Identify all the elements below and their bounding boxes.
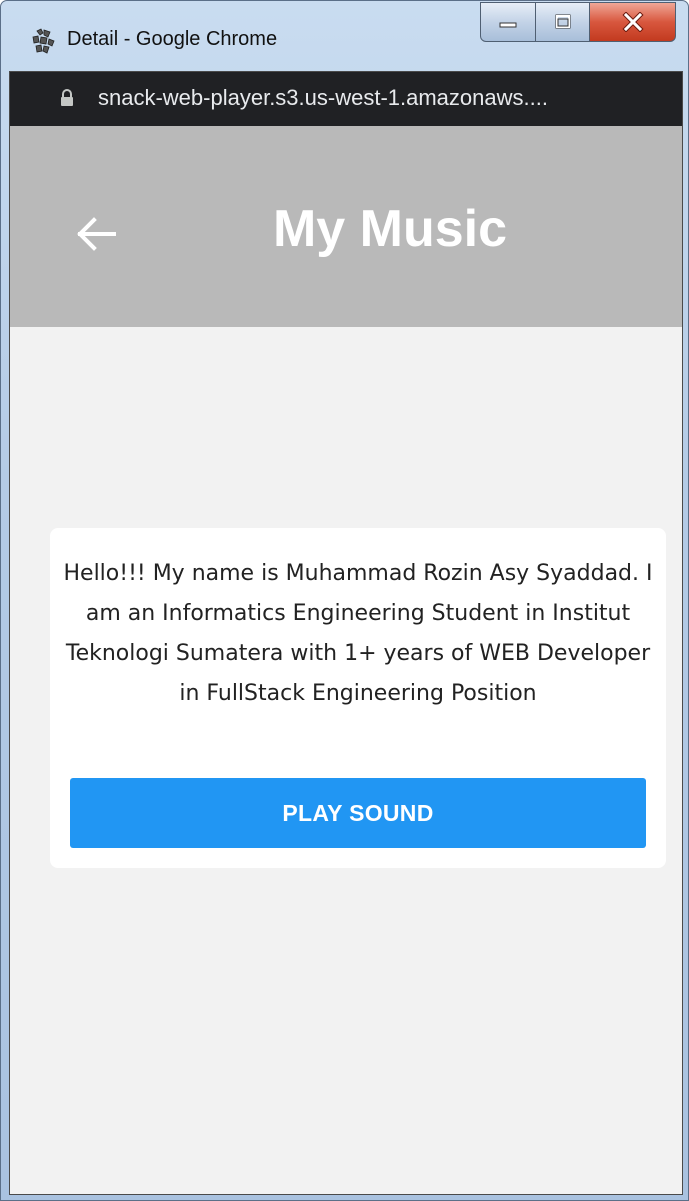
lock-icon [59,89,75,107]
chrome-window: Detail - Google Chrome snack-web-player.… [0,0,689,1201]
bio-text: Hello!!! My name is Muhammad Rozin Asy S… [63,561,653,706]
profile-card: Hello!!! My name is Muhammad Rozin Asy S… [50,528,666,868]
maximize-button[interactable] [536,2,590,42]
play-sound-button[interactable]: PLAY SOUND [70,778,646,848]
app-header: My Music [10,126,682,327]
minimize-icon [499,22,517,28]
url-text[interactable]: snack-web-player.s3.us-west-1.amazonaws.… [98,85,548,111]
window-controls [480,2,676,42]
chrome-app-icon [29,27,57,55]
close-button[interactable] [590,2,676,42]
window-title: Detail - Google Chrome [67,28,278,50]
address-bar[interactable]: snack-web-player.s3.us-west-1.amazonaws.… [10,72,682,126]
page-title: My Music [272,200,508,258]
window-titlebar[interactable]: Detail - Google Chrome [1,1,688,71]
close-icon [621,12,644,32]
maximize-icon [555,14,570,29]
minimize-button[interactable] [480,2,536,42]
browser-viewport: snack-web-player.s3.us-west-1.amazonaws.… [9,71,683,1195]
